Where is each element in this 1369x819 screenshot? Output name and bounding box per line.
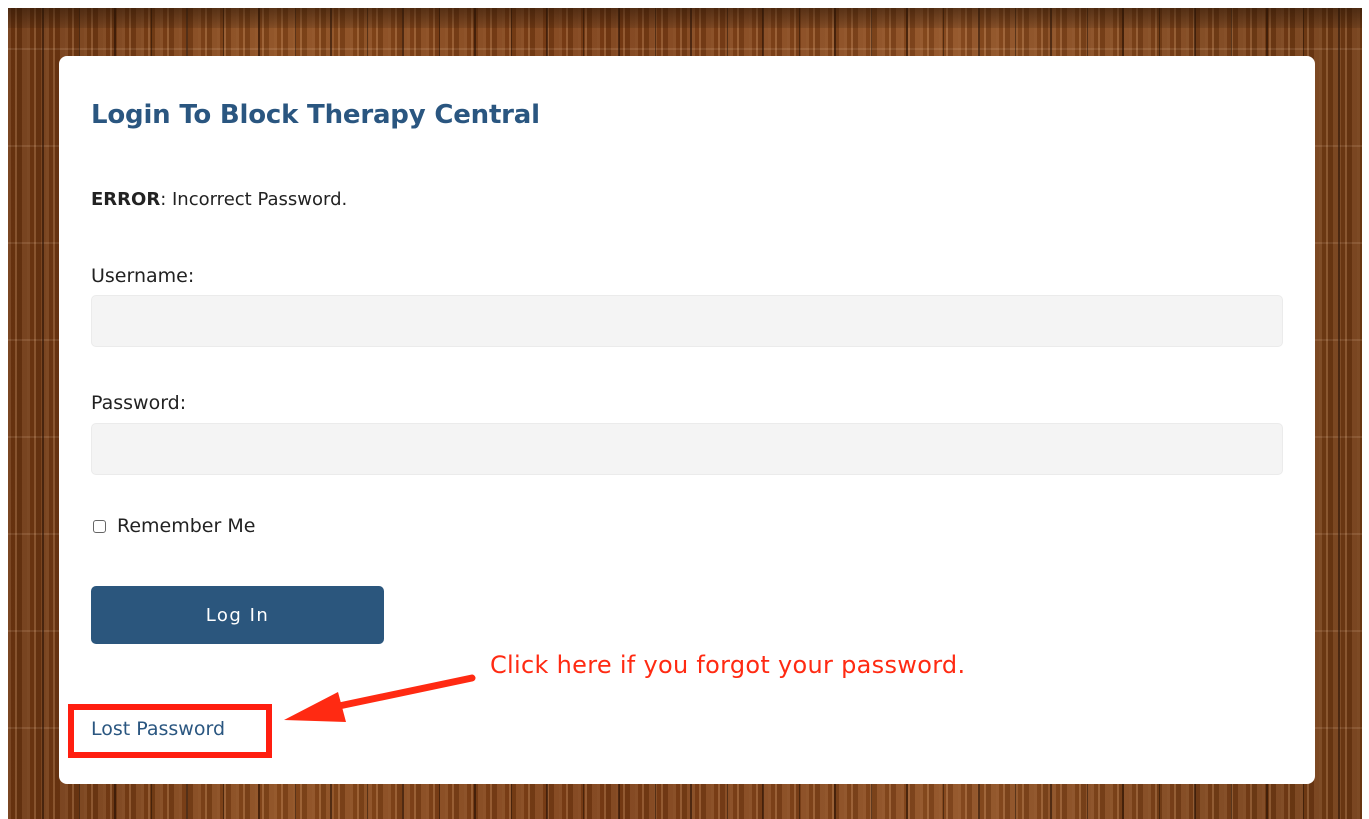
annotation-arrow-icon bbox=[284, 674, 476, 722]
password-input[interactable] bbox=[91, 423, 1283, 475]
password-label: Password: bbox=[91, 392, 187, 414]
username-label: Username: bbox=[91, 265, 195, 287]
page-title: Login To Block Therapy Central bbox=[91, 100, 540, 130]
remember-me-label: Remember Me bbox=[117, 515, 256, 537]
annotation-text: Click here if you forgot your password. bbox=[490, 651, 966, 679]
error-label: ERROR bbox=[91, 189, 161, 210]
remember-me-checkbox[interactable] bbox=[93, 519, 106, 533]
error-text: : Incorrect Password. bbox=[160, 189, 348, 210]
remember-me[interactable]: Remember Me bbox=[93, 515, 255, 537]
login-button[interactable]: Log In bbox=[91, 586, 384, 644]
lost-password-link[interactable]: Lost Password bbox=[91, 718, 225, 740]
username-input[interactable] bbox=[91, 295, 1283, 347]
error-message: ERROR: Incorrect Password. bbox=[91, 189, 347, 210]
